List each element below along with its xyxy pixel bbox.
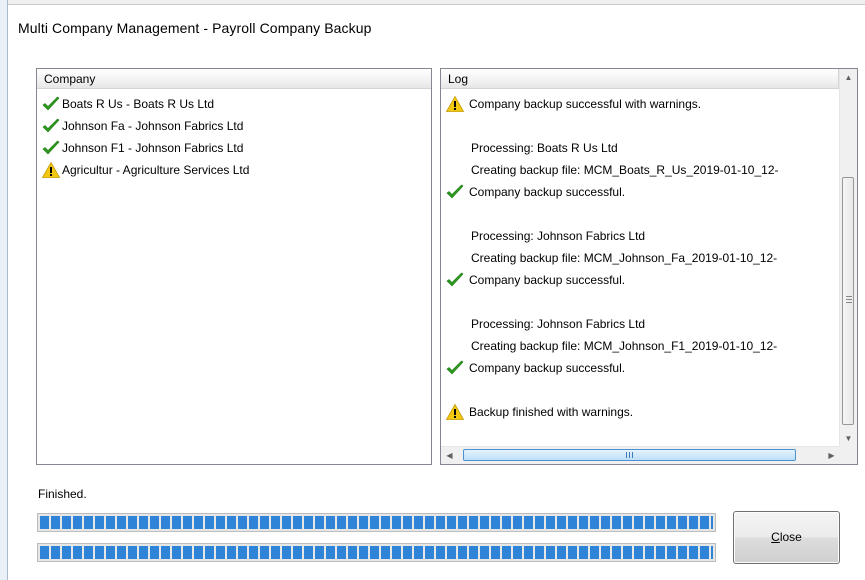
desktop-edge [0,0,8,580]
list-item[interactable]: Johnson F1 - Johnson Fabrics Ltd [40,137,431,159]
warning-icon [445,95,465,113]
horizontal-scroll-thumb[interactable] [463,449,796,461]
company-label: Agricultur - Agriculture Services Ltd [62,163,250,177]
company-label: Johnson Fa - Johnson Fabrics Ltd [62,119,244,133]
log-line[interactable]: Company backup successful. [444,181,837,203]
log-text: Company backup successful. [469,185,626,199]
progress-fill [40,516,713,529]
warning-icon [41,161,61,179]
log-text: Company backup successful with warnings. [469,97,702,111]
company-list-panel[interactable]: Company Boats R Us - Boats R Us Ltd John… [36,68,432,465]
window-title: Multi Company Management - Payroll Compa… [18,20,372,36]
scroll-right-arrow-icon[interactable]: ▶ [823,447,840,464]
log-line[interactable]: Creating backup file: MCM_Johnson_F1_201… [444,335,837,357]
log-line[interactable]: Backup finished with warnings. [444,401,837,423]
overall-progress-bar [37,513,716,532]
current-progress-bar [37,543,716,562]
log-line[interactable]: Processing: Boats R Us Ltd [444,137,837,159]
check-icon [41,139,61,157]
log-panel[interactable]: Log Company backup successful with warni… [440,68,858,465]
log-text: Processing: Johnson Fabrics Ltd [471,317,646,331]
scroll-corner [840,447,857,464]
close-button[interactable]: Close [733,511,840,564]
log-line[interactable]: Company backup successful with warnings. [444,93,837,115]
log-text: Processing: Boats R Us Ltd [471,141,618,155]
log-text: Company backup successful. [469,361,626,375]
log-line[interactable]: Creating backup file: MCM_Boats_R_Us_201… [444,159,837,181]
check-icon [41,117,61,135]
log-vertical-scrollbar[interactable]: ▲ ▼ [839,69,857,447]
company-column-header[interactable]: Company [37,69,431,89]
log-text: Backup finished with warnings. [469,405,634,419]
check-icon [445,359,465,377]
scroll-down-arrow-icon[interactable]: ▼ [840,430,857,447]
window-top-edge [8,0,865,5]
log-line[interactable]: Creating backup file: MCM_Johnson_Fa_201… [444,247,837,269]
log-line[interactable]: Processing: Johnson Fabrics Ltd [444,313,837,335]
log-text: Creating backup file: MCM_Johnson_F1_201… [471,339,778,353]
company-label: Boats R Us - Boats R Us Ltd [62,97,215,111]
log-line[interactable]: Company backup successful. [444,269,837,291]
log-list: Company backup successful with warnings.… [444,93,837,444]
scroll-left-arrow-icon[interactable]: ◀ [441,447,458,464]
vertical-scroll-thumb[interactable] [842,177,854,425]
log-text: Processing: Johnson Fabrics Ltd [471,229,646,243]
log-line[interactable]: Company backup successful. [444,357,837,379]
company-label: Johnson F1 - Johnson Fabrics Ltd [62,141,244,155]
log-column-header[interactable]: Log [441,69,839,89]
close-mnemonic: C [771,530,780,544]
status-text: Finished. [38,487,87,501]
close-label: lose [779,530,802,544]
grip-icon [625,452,634,458]
log-text: Company backup successful. [469,273,626,287]
log-text: Creating backup file: MCM_Boats_R_Us_201… [471,163,779,177]
log-line[interactable]: Processing: Johnson Fabrics Ltd [444,225,837,247]
check-icon [445,271,465,289]
warning-icon [445,403,465,421]
list-item[interactable]: Boats R Us - Boats R Us Ltd [40,93,431,115]
check-icon [41,95,61,113]
check-icon [445,183,465,201]
log-text: Creating backup file: MCM_Johnson_Fa_201… [471,251,778,265]
log-horizontal-scrollbar[interactable]: ◀ ▶ [441,446,840,464]
scroll-up-arrow-icon[interactable]: ▲ [840,69,857,86]
list-item[interactable]: Johnson Fa - Johnson Fabrics Ltd [40,115,431,137]
progress-fill [40,546,713,559]
grip-icon [846,296,852,303]
list-item[interactable]: Agricultur - Agriculture Services Ltd [40,159,431,181]
company-list: Boats R Us - Boats R Us Ltd Johnson Fa -… [40,93,431,181]
